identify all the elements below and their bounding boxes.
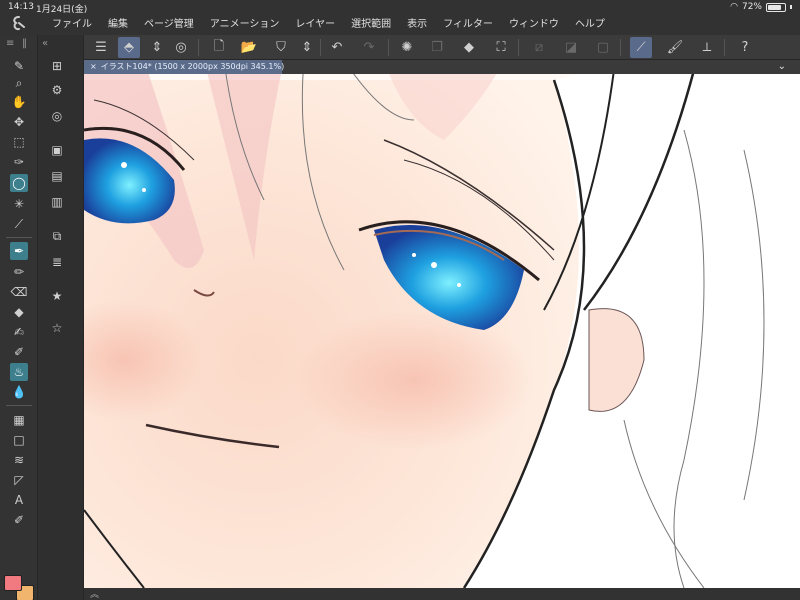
bottom-bar: ︽ bbox=[84, 588, 800, 600]
transform-icon[interactable]: ⬘ bbox=[118, 37, 140, 58]
illustration bbox=[84, 60, 800, 588]
collapse-icon[interactable]: « bbox=[42, 38, 48, 49]
brush-stroke-icon[interactable]: 🖌 bbox=[664, 37, 686, 58]
menu-selection[interactable]: 選択範囲 bbox=[343, 17, 399, 33]
close-tab-icon[interactable]: × bbox=[90, 62, 97, 71]
fill-tool-icon[interactable]: ◆ bbox=[10, 303, 28, 321]
open-folder-icon[interactable]: 📂 bbox=[238, 37, 260, 58]
drawing-canvas[interactable] bbox=[84, 60, 800, 588]
new-document-icon[interactable]: 🗋 bbox=[208, 37, 230, 58]
brush-tool-icon[interactable]: ✐ bbox=[10, 343, 28, 361]
crop-icon[interactable]: ⛶ bbox=[490, 37, 512, 58]
document-title: イラスト104* (1500 x 2000px 350dpi 345.1%) bbox=[100, 62, 285, 71]
copy-icon[interactable]: ❐ bbox=[426, 37, 448, 58]
undo-icon[interactable]: ↶ bbox=[326, 37, 348, 58]
redo-icon[interactable]: ↷ bbox=[358, 37, 380, 58]
material-star-icon[interactable]: ★ bbox=[48, 287, 66, 305]
sub-tool-panel: « ⊞ ⚙ ◎ ▣ ▤ ▥ ⧉ ≣ ★ ☆ bbox=[38, 35, 84, 600]
eyedropper-icon[interactable]: ⟋ bbox=[10, 215, 28, 233]
loading-spinner-icon[interactable]: ✺ bbox=[396, 37, 418, 58]
panel-menu-icon[interactable]: ≡ bbox=[6, 38, 14, 49]
color-palette-icon[interactable]: ▤ bbox=[48, 167, 66, 185]
move-tool-icon[interactable]: ✥ bbox=[10, 113, 28, 131]
invert-selection-icon[interactable]: ◪ bbox=[560, 37, 582, 58]
pencil-tool-icon[interactable]: ✏ bbox=[10, 263, 28, 281]
airbrush-tool-icon[interactable]: ♨ bbox=[10, 363, 28, 381]
command-bar: ☰ ⬘ ⇕ ◎ 🗋 📂 ⛉ ⇕ ↶ ↷ ✺ ❐ ◆ ⛶ ⧄ ◪ ▢ ⟋ 🖌 ⟂ … bbox=[84, 35, 800, 60]
status-time: 14:13 bbox=[8, 2, 34, 12]
help-icon[interactable]: ? bbox=[734, 37, 756, 58]
menu-help[interactable]: ヘルプ bbox=[567, 17, 613, 33]
hand-tool-icon[interactable]: ✋ bbox=[10, 93, 28, 111]
document-tab[interactable]: × イラスト104* (1500 x 2000px 350dpi 345.1%) bbox=[84, 60, 285, 74]
battery-icon bbox=[766, 2, 786, 12]
marker-tool-icon[interactable]: ✍ bbox=[10, 323, 28, 341]
app-window: 14:13 1月24日(金) ◠ 72% ファイル 編集 ページ管理 アニメーシ… bbox=[0, 0, 800, 600]
eyedrop-select-icon[interactable]: ✑ bbox=[10, 153, 28, 171]
ruler-snap-icon[interactable]: ⟂ bbox=[696, 37, 718, 58]
expand-panel-icon[interactable]: ︽ bbox=[90, 587, 99, 600]
menu-animation[interactable]: アニメーション bbox=[202, 17, 288, 33]
menu-view[interactable]: 表示 bbox=[399, 17, 435, 33]
object-tool-icon[interactable]: ⬚ bbox=[10, 133, 28, 151]
tool-panel-header: ≡ ‖ bbox=[0, 35, 38, 55]
pen-mini-icon[interactable]: ✎ bbox=[10, 57, 28, 75]
top-bar: 14:13 1月24日(金) ◠ 72% ファイル 編集 ページ管理 アニメーシ… bbox=[0, 0, 800, 35]
menu-page[interactable]: ページ管理 bbox=[136, 17, 202, 33]
clear-selection-icon[interactable]: ⧄ bbox=[528, 37, 550, 58]
menu-layer[interactable]: レイヤー bbox=[287, 17, 343, 33]
battery-percent: 72% bbox=[741, 2, 762, 12]
frame-tool-icon[interactable]: ◸ bbox=[10, 471, 28, 489]
main-color-swatch[interactable] bbox=[4, 575, 22, 591]
material-star2-icon[interactable]: ☆ bbox=[48, 319, 66, 337]
up-down-icon[interactable]: ⇕ bbox=[146, 37, 168, 58]
zoom-tool-icon[interactable]: ⌕ bbox=[10, 74, 28, 92]
layer-target-icon[interactable]: ◎ bbox=[48, 107, 66, 125]
layer-settings-icon[interactable]: ⚙ bbox=[48, 81, 66, 99]
selection-border-icon[interactable]: ▢ bbox=[592, 37, 614, 58]
status-right: ◠ 72% bbox=[730, 2, 792, 12]
layers-icon[interactable]: ≣ bbox=[48, 253, 66, 271]
chevron-down-icon[interactable]: ⌄ bbox=[778, 61, 786, 72]
lasso-tool-icon[interactable]: ◯ bbox=[10, 174, 28, 192]
menu-bar: ファイル 編集 ページ管理 アニメーション レイヤー 選択範囲 表示 フィルター… bbox=[44, 17, 613, 33]
text-tool-icon[interactable]: A bbox=[10, 491, 28, 509]
figure-tool-icon[interactable]: □ bbox=[10, 431, 28, 449]
menu-file[interactable]: ファイル bbox=[44, 17, 100, 33]
stabilizer-icon[interactable]: ⟋ bbox=[630, 37, 652, 58]
ruler-tool-icon[interactable]: ≋ bbox=[10, 451, 28, 469]
pen-tool-icon[interactable]: ✒ bbox=[10, 242, 28, 260]
magic-wand-icon[interactable]: ✳ bbox=[10, 195, 28, 213]
hamburger-menu-icon[interactable]: ☰ bbox=[90, 37, 112, 58]
layer-stack-icon[interactable]: ⧉ bbox=[48, 227, 66, 245]
fill-bucket-icon[interactable]: ◆ bbox=[458, 37, 480, 58]
balloon-tool-icon[interactable]: ✐ bbox=[10, 511, 28, 529]
layer-property-icon[interactable]: ⊞ bbox=[48, 57, 66, 75]
menu-window[interactable]: ウィンドウ bbox=[501, 17, 567, 33]
up-down2-icon[interactable]: ⇕ bbox=[296, 37, 318, 58]
navigator-icon[interactable]: ▣ bbox=[48, 141, 66, 159]
tool-panel: ≡ ‖ ✎ ⌕ ✋ ✥ ⬚ ✑ ◯ ✳ ⟋ ✒ ✏ ⌫ ◆ ✍ ✐ ♨ 💧 ▦ … bbox=[0, 35, 38, 600]
eraser-tool-icon[interactable]: ⌫ bbox=[10, 283, 28, 301]
menu-filter[interactable]: フィルター bbox=[435, 17, 501, 33]
status-date: 1月24日(金) bbox=[36, 5, 88, 15]
save-icon[interactable]: ⛉ bbox=[270, 37, 292, 58]
sub-view-icon[interactable]: ▥ bbox=[48, 193, 66, 211]
menu-edit[interactable]: 編集 bbox=[100, 17, 136, 33]
wifi-icon: ◠ bbox=[730, 2, 738, 12]
panel-grip-icon[interactable]: ‖ bbox=[22, 38, 27, 49]
blend-tool-icon[interactable]: 💧 bbox=[10, 383, 28, 401]
spiral-icon[interactable]: ◎ bbox=[170, 37, 192, 58]
clip-studio-logo-icon[interactable] bbox=[10, 15, 28, 33]
gradient-tool-icon[interactable]: ▦ bbox=[10, 411, 28, 429]
